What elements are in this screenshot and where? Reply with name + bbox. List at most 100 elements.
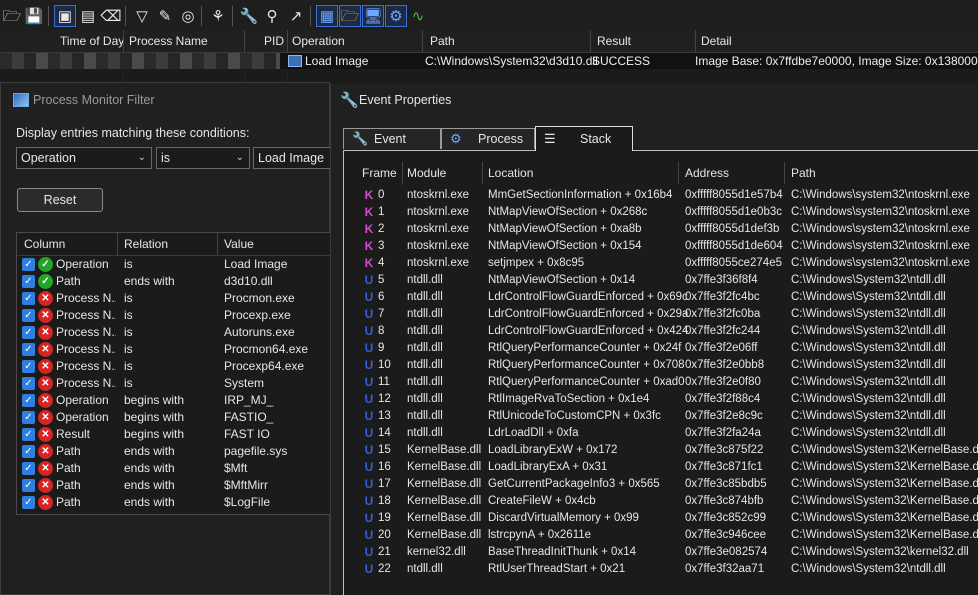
stack-frame-row[interactable]: U 14 ntdll.dll LdrLoadDll + 0xfa 0x7ffe3f2fa… xyxy=(344,425,978,442)
highlight-icon[interactable]: ✎ xyxy=(155,6,175,26)
open-folder-icon[interactable]: 🗁 xyxy=(2,6,22,26)
col-result[interactable]: Result xyxy=(597,30,631,52)
filter-rule-row[interactable]: ✓ ✕ Process N... is System xyxy=(17,375,330,392)
value-select[interactable]: Load Image xyxy=(253,147,333,169)
checkbox[interactable]: ✓ xyxy=(22,377,35,390)
checkbox[interactable]: ✓ xyxy=(22,445,35,458)
reset-button[interactable]: Reset xyxy=(17,188,103,212)
clear-icon[interactable]: ⌫ xyxy=(100,6,121,26)
relation-select[interactable]: is ⌄ xyxy=(156,147,250,169)
stack-frame-row[interactable]: U 12 ntdll.dll RtlImageRvaToSection + 0x1e4… xyxy=(344,391,978,408)
filter-rule-row[interactable]: ✓ ✕ Path ends with $MftMirr xyxy=(17,477,330,494)
checkbox[interactable]: ✓ xyxy=(22,479,35,492)
stack-frame-row[interactable]: U 9 ntdll.dll RtlQueryPerformanceCounter + … xyxy=(344,340,978,357)
search-icon[interactable]: ⚲ xyxy=(262,6,282,26)
stack-frame-row[interactable]: U 10 ntdll.dll RtlQueryPerformanceCounter +… xyxy=(344,357,978,374)
stack-frame-row[interactable]: U 20 KernelBase.dll lstrcpynA + 0x2611e 0x7f… xyxy=(344,527,978,544)
col-detail[interactable]: Detail xyxy=(701,30,732,52)
checkbox[interactable]: ✓ xyxy=(22,326,35,339)
stack-col-path[interactable]: Path xyxy=(791,162,816,184)
filter-col-relation[interactable]: Relation xyxy=(124,233,168,255)
filter-rule-row[interactable]: ✓ ✓ Operation is Load Image xyxy=(17,256,330,273)
stack-frame-row[interactable]: U 19 KernelBase.dll DiscardVirtualMemory + … xyxy=(344,510,978,527)
kernel-mode-icon: K xyxy=(364,205,374,219)
stack-frame-row[interactable]: U 15 KernelBase.dll LoadLibraryExW + 0x172 0… xyxy=(344,442,978,459)
stack-frame-row[interactable]: U 21 kernel32.dll BaseThreadInitThunk + 0x1… xyxy=(344,544,978,561)
process-activity-icon[interactable]: ⚙ xyxy=(385,5,407,27)
filter-rule-row[interactable]: ✓ ✕ Process N... is Procmon64.exe xyxy=(17,341,330,358)
filter-rule-row[interactable]: ✓ ✕ Path ends with $Mft xyxy=(17,460,330,477)
stack-frame-row[interactable]: K 4 ntoskrnl.exe setjmpex + 0x8c95 0xfffff80… xyxy=(344,255,978,272)
filter-col-column[interactable]: Column xyxy=(24,233,65,255)
checkbox[interactable]: ✓ xyxy=(22,275,35,288)
find-icon[interactable]: 🔧 xyxy=(239,6,259,26)
process-tree-icon[interactable]: ⚘ xyxy=(208,6,228,26)
network-activity-icon[interactable]: 🖥 xyxy=(362,5,384,27)
tab-event[interactable]: 🔧 Event xyxy=(343,128,441,149)
stack-frame-row[interactable]: U 11 ntdll.dll RtlQueryPerformanceCounter +… xyxy=(344,374,978,391)
user-mode-icon: U xyxy=(364,562,374,576)
filter-rule-row[interactable]: ✓ ✕ Operation begins with IRP_MJ_ xyxy=(17,392,330,409)
col-time-of-day[interactable]: Time of Day xyxy=(60,30,124,52)
include-process-icon[interactable]: ◎ xyxy=(178,6,198,26)
checkbox[interactable]: ✓ xyxy=(22,411,35,424)
registry-activity-icon[interactable]: ▦ xyxy=(316,5,338,27)
stack-frame-row[interactable]: U 6 ntdll.dll LdrControlFlowGuardEnforced +… xyxy=(344,289,978,306)
checkbox[interactable]: ✓ xyxy=(22,462,35,475)
stack-frame-row[interactable]: U 18 KernelBase.dll CreateFileW + 0x4cb 0x7f… xyxy=(344,493,978,510)
checkbox[interactable]: ✓ xyxy=(22,258,35,271)
filter-rule-row[interactable]: ✓ ✕ Path ends with $LogFile xyxy=(17,494,330,511)
filter-rule-row[interactable]: ✓ ✕ Process N... is Procmon.exe xyxy=(17,290,330,307)
gear-icon: ⚙ xyxy=(450,131,462,146)
checkbox[interactable]: ✓ xyxy=(22,496,35,509)
exclude-icon: ✕ xyxy=(38,393,53,408)
filter-rule-row[interactable]: ✓ ✕ Process N... is Autoruns.exe xyxy=(17,324,330,341)
filter-col-value[interactable]: Value xyxy=(224,233,254,255)
filter-rule-row[interactable]: ✓ ✓ Path ends with d3d10.dll xyxy=(17,273,330,290)
checkbox[interactable]: ✓ xyxy=(22,360,35,373)
frame-address: 0xfffff8055d1e57b4 xyxy=(685,189,783,201)
checkbox[interactable]: ✓ xyxy=(22,343,35,356)
filter-icon[interactable]: ▽ xyxy=(132,6,152,26)
toolbar-separator xyxy=(310,6,311,26)
stack-col-module[interactable]: Module xyxy=(407,162,446,184)
save-icon[interactable]: 💾 xyxy=(24,6,44,26)
stack-frame-row[interactable]: U 17 KernelBase.dll GetCurrentPackageInfo3 … xyxy=(344,476,978,493)
filter-rule-row[interactable]: ✓ ✕ Path ends with pagefile.sys xyxy=(17,443,330,460)
stack-frame-row[interactable]: K 0 ntoskrnl.exe MmGetSectionInformation + … xyxy=(344,187,978,204)
jump-icon[interactable]: ↗ xyxy=(286,6,306,26)
filter-rule-row[interactable]: ✓ ✕ Operation begins with FASTIO_ xyxy=(17,409,330,426)
file-activity-icon[interactable]: 🗁 xyxy=(339,5,361,27)
stack-frame-row[interactable]: U 8 ntdll.dll LdrControlFlowGuardEnforced +… xyxy=(344,323,978,340)
filter-rule-row[interactable]: ✓ ✕ Process N... is Procexp64.exe xyxy=(17,358,330,375)
col-pid[interactable]: PID xyxy=(264,30,284,52)
tab-stack[interactable]: ☰ Stack xyxy=(535,126,633,151)
checkbox[interactable]: ✓ xyxy=(22,292,35,305)
frame-module: ntoskrnl.exe xyxy=(407,240,470,252)
column-select[interactable]: Operation ⌄ xyxy=(16,147,152,169)
checkbox[interactable]: ✓ xyxy=(22,309,35,322)
stack-col-frame[interactable]: Frame xyxy=(362,162,397,184)
stack-frame-row[interactable]: U 22 ntdll.dll RtlUserThreadStart + 0x21 0x7… xyxy=(344,561,978,578)
stack-frame-row[interactable]: U 13 ntdll.dll RtlUnicodeToCustomCPN + 0x3f… xyxy=(344,408,978,425)
stack-frame-row[interactable]: U 7 ntdll.dll LdrControlFlowGuardEnforced +… xyxy=(344,306,978,323)
filter-rule-row[interactable]: ✓ ✕ Result begins with FAST IO xyxy=(17,426,330,443)
col-operation[interactable]: Operation xyxy=(292,30,345,52)
checkbox[interactable]: ✓ xyxy=(22,394,35,407)
autoscroll-icon[interactable]: ▤ xyxy=(78,6,98,26)
stack-frame-row[interactable]: K 1 ntoskrnl.exe NtMapViewOfSection + 0x268… xyxy=(344,204,978,221)
filter-rule-row[interactable]: ✓ ✕ Process N... is Procexp.exe xyxy=(17,307,330,324)
stack-col-location[interactable]: Location xyxy=(488,162,533,184)
capture-icon[interactable]: ▣ xyxy=(54,5,76,27)
col-path[interactable]: Path xyxy=(430,30,455,52)
checkbox[interactable]: ✓ xyxy=(22,428,35,441)
stack-frame-row[interactable]: K 2 ntoskrnl.exe NtMapViewOfSection + 0xa8b… xyxy=(344,221,978,238)
profiling-activity-icon[interactable]: ∿ xyxy=(408,6,428,26)
frame-location: NtMapViewOfSection + 0x14 xyxy=(488,274,636,286)
stack-frame-row[interactable]: K 3 ntoskrnl.exe NtMapViewOfSection + 0x154… xyxy=(344,238,978,255)
tab-process[interactable]: ⚙ Process xyxy=(441,128,535,149)
stack-frame-row[interactable]: U 16 KernelBase.dll LoadLibraryExA + 0x31 0x… xyxy=(344,459,978,476)
stack-frame-row[interactable]: U 5 ntdll.dll NtMapViewOfSection + 0x14 0x7f… xyxy=(344,272,978,289)
stack-col-address[interactable]: Address xyxy=(685,162,729,184)
col-process-name[interactable]: Process Name xyxy=(129,30,208,52)
